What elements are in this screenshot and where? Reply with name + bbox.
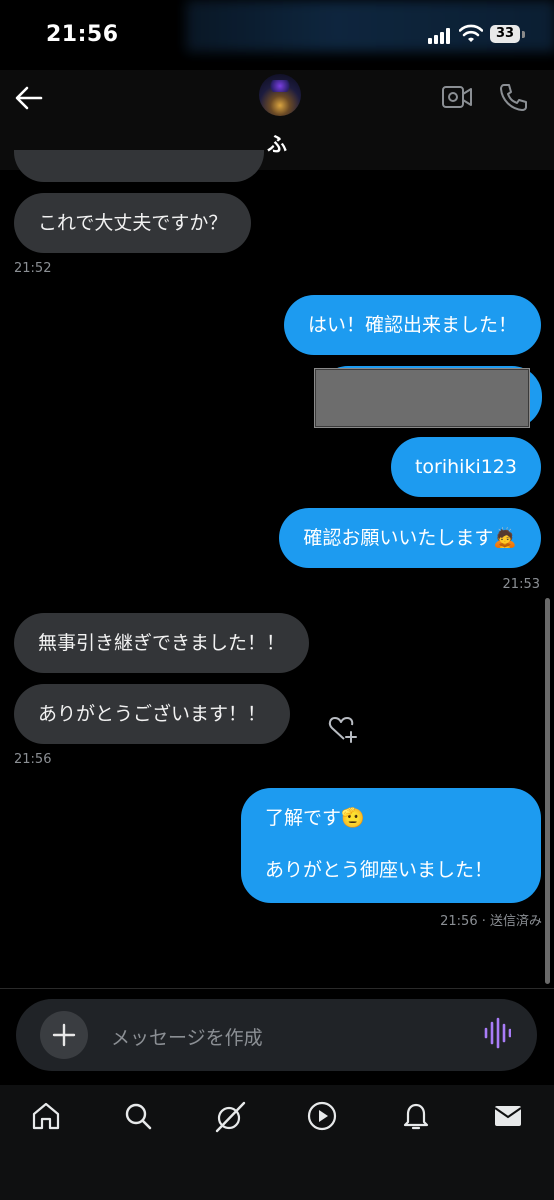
message-bubble-outgoing[interactable]: 確認お願いいたします🙇 [279,508,541,568]
timestamp: 21:52 [14,261,52,276]
video-call-icon[interactable] [441,84,473,110]
message-text: はい！確認出来ました！ [307,314,517,336]
message-input[interactable]: メッセージを作成 [111,1023,263,1050]
voice-message-icon[interactable] [483,1017,511,1049]
phone-call-icon[interactable] [498,82,528,112]
plus-icon [52,1023,76,1047]
message-text: 確認お願いいたします🙇 [303,527,517,549]
timestamp-sent: 21:56 · 送信済み [440,914,542,929]
add-media-button[interactable] [40,1011,88,1059]
signal-icon [428,28,450,44]
status-bar: 21:56 33 [0,0,554,70]
message-text: torihiki123 [414,456,517,478]
status-time: 21:56 [46,22,119,47]
wifi-icon [459,24,483,42]
search-icon[interactable] [122,1100,154,1132]
redacted-block [314,368,530,428]
message-bubble-outgoing[interactable]: 了解です🫡 ありがとう御座いました！ [241,788,541,903]
message-bubble-incoming[interactable]: これで大丈夫ですか？ [14,193,252,253]
back-arrow-icon[interactable] [14,84,44,112]
messages-icon[interactable] [492,1100,524,1132]
grok-icon[interactable] [213,1100,247,1134]
bottom-tab-bar [0,1085,554,1200]
message-text-line: 了解です🫡 [265,807,365,829]
home-icon[interactable] [30,1100,62,1132]
notifications-icon[interactable] [400,1100,432,1132]
timestamp: 21:53 [502,577,540,592]
message-bubble-outgoing[interactable]: torihiki123 [390,437,541,497]
message-text: これで大丈夫ですか？ [38,212,228,234]
message-text: 無事引き継ぎできました！！ [38,632,286,654]
avatar[interactable] [259,74,301,116]
message-bubble-partial[interactable] [14,150,264,182]
message-text: ありがとうございます！！ [38,703,267,725]
message-bubble-incoming[interactable]: ありがとうございます！！ [14,684,291,744]
scrollbar[interactable] [545,598,550,984]
video-icon[interactable] [306,1100,338,1132]
timestamp: 21:56 [14,752,52,767]
message-composer[interactable] [16,999,537,1071]
message-bubble-incoming[interactable]: 無事引き継ぎできました！！ [14,613,310,673]
divider [0,988,554,989]
message-text-line: ありがとう御座いました！ [265,859,494,881]
message-bubble-outgoing[interactable]: はい！確認出来ました！ [283,295,541,355]
add-reaction-icon[interactable] [327,715,359,743]
battery-tip [522,31,525,38]
battery-indicator: 33 [490,25,520,43]
